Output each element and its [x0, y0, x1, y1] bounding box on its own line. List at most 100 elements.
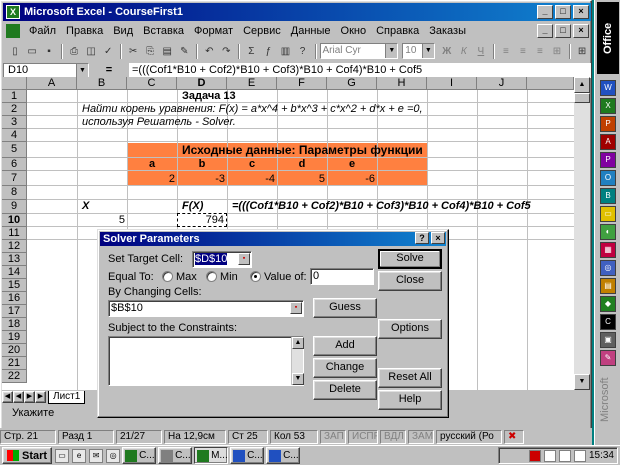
- menu-help[interactable]: Справка: [371, 25, 424, 37]
- row-header-9[interactable]: 9: [2, 200, 27, 214]
- redo-icon[interactable]: ↷: [218, 43, 234, 59]
- excel-app-icon[interactable]: X: [6, 5, 20, 19]
- constraints-list[interactable]: ▲ ▼: [108, 336, 304, 386]
- status-language[interactable]: русский (Ро: [436, 429, 502, 444]
- merge-icon[interactable]: ⊞: [549, 43, 565, 59]
- cell-b10[interactable]: 5: [77, 214, 127, 227]
- doc-restore-button[interactable]: □: [555, 24, 571, 38]
- close-dialog-button[interactable]: Close: [378, 271, 442, 291]
- schedule-icon[interactable]: ▦: [600, 242, 616, 258]
- row-header-13[interactable]: 13: [2, 253, 27, 266]
- cell-e6[interactable]: c: [227, 158, 277, 171]
- next-sheet-icon[interactable]: ▶: [24, 391, 35, 403]
- undo-icon[interactable]: ↶: [201, 43, 217, 59]
- close-button[interactable]: ×: [573, 5, 589, 19]
- dos-icon[interactable]: C: [600, 314, 616, 330]
- copy-icon[interactable]: ⎘: [142, 43, 158, 59]
- constraints-scroll-down-icon[interactable]: ▼: [292, 373, 304, 385]
- col-header-d[interactable]: D: [177, 77, 227, 90]
- row-header-6[interactable]: 6: [2, 158, 27, 171]
- cell-g7[interactable]: -6: [327, 173, 377, 186]
- task-button-5[interactable]: C...: [266, 447, 301, 464]
- menu-data[interactable]: Данные: [286, 25, 336, 37]
- cell-c7[interactable]: 2: [127, 173, 177, 186]
- cell-g6[interactable]: e: [327, 158, 377, 171]
- tray-icon[interactable]: [528, 449, 541, 462]
- row-header-20[interactable]: 20: [2, 344, 27, 357]
- start-button[interactable]: Start: [2, 447, 53, 464]
- min-radio[interactable]: [206, 271, 217, 282]
- solver-title-bar[interactable]: Solver Parameters ? ×: [100, 232, 446, 246]
- publisher-icon[interactable]: P: [600, 152, 616, 168]
- row-header-18[interactable]: 18: [2, 318, 27, 331]
- options-button[interactable]: Options: [378, 319, 442, 339]
- add-button[interactable]: Add: [313, 336, 377, 356]
- edit-formula-button[interactable]: =: [89, 64, 129, 76]
- menu-format[interactable]: Формат: [189, 25, 238, 37]
- photo-icon[interactable]: ◐: [600, 224, 616, 240]
- value-of-radio[interactable]: [250, 271, 261, 282]
- align-left-icon[interactable]: ≡: [498, 43, 514, 59]
- collapse-dialog-icon[interactable]: ▪: [238, 253, 250, 265]
- explorer-icon[interactable]: ▣: [600, 332, 616, 348]
- col-header-h[interactable]: H: [377, 77, 427, 90]
- bold-icon[interactable]: Ж: [439, 43, 455, 59]
- name-box-dropdown-icon[interactable]: ▼: [76, 63, 88, 77]
- maximize-button[interactable]: □: [555, 5, 571, 19]
- powerpoint-icon[interactable]: P: [600, 116, 616, 132]
- font-dropdown-icon[interactable]: ▼: [385, 44, 398, 58]
- first-sheet-icon[interactable]: ◀: [2, 391, 13, 403]
- name-box[interactable]: D10 ▼: [3, 62, 89, 78]
- row-header-22[interactable]: 22: [2, 370, 27, 383]
- spelling-status-icon[interactable]: ✖: [504, 429, 524, 444]
- doc-close-button[interactable]: ×: [573, 24, 589, 38]
- task-button-2[interactable]: C...: [158, 447, 193, 464]
- font-size-select[interactable]: 10 ▼: [402, 43, 435, 59]
- map-icon[interactable]: ◆: [600, 296, 616, 312]
- cell-d1[interactable]: Задача 13: [182, 90, 236, 103]
- formula-input[interactable]: =(((Cof1*B10 + Cof2)*B10 + Cof3)*B10 + C…: [129, 62, 591, 78]
- row-header-17[interactable]: 17: [2, 305, 27, 318]
- col-header-a[interactable]: A: [27, 77, 77, 90]
- align-center-icon[interactable]: ≡: [515, 43, 531, 59]
- cell-c5[interactable]: Исходные данные: Параметры функции: [182, 143, 423, 157]
- reset-all-button[interactable]: Reset All: [378, 368, 442, 388]
- workbook-icon[interactable]: [6, 24, 20, 38]
- solver-close-icon[interactable]: ×: [431, 232, 445, 244]
- preview-icon[interactable]: ◫: [83, 43, 99, 59]
- cell-e9[interactable]: =(((Cof1*B10 + Cof2)*B10 + Cof3)*B10 + C…: [232, 200, 531, 213]
- menu-insert[interactable]: Вставка: [138, 25, 189, 37]
- scroll-down-icon[interactable]: ▼: [574, 374, 590, 390]
- autosum-icon[interactable]: Σ: [243, 43, 259, 59]
- task-button-3[interactable]: M...: [194, 447, 229, 464]
- chart-icon[interactable]: ▥: [277, 43, 293, 59]
- font-select[interactable]: Arial Cyr ▼: [319, 43, 399, 59]
- cell-b2[interactable]: Найти корень уравнения: F(x) = a*x^4 + b…: [82, 103, 423, 116]
- word-icon[interactable]: W: [600, 80, 616, 96]
- folder-icon[interactable]: ▭: [600, 206, 616, 222]
- cell-b9[interactable]: X: [82, 200, 89, 213]
- row-header-10[interactable]: 10: [2, 214, 27, 227]
- title-bar[interactable]: X Microsoft Excel - CourseFirst1 _ □ ×: [3, 3, 591, 21]
- task-button-4[interactable]: C...: [230, 447, 265, 464]
- excel-icon[interactable]: X: [600, 98, 616, 114]
- constraints-scroll-up-icon[interactable]: ▲: [292, 337, 304, 349]
- cell-d7[interactable]: -3: [177, 173, 227, 186]
- col-header-f[interactable]: F: [277, 77, 327, 90]
- menu-view[interactable]: Вид: [108, 25, 138, 37]
- constraints-scrollbar[interactable]: ▲ ▼: [291, 337, 304, 385]
- print-icon[interactable]: ⎙: [66, 43, 82, 59]
- menu-tools[interactable]: Сервис: [238, 25, 286, 37]
- cell-f7[interactable]: 5: [277, 173, 327, 186]
- col-header-b[interactable]: B: [77, 77, 127, 90]
- row-header-3[interactable]: 3: [2, 116, 27, 129]
- row-header-14[interactable]: 14: [2, 266, 27, 279]
- col-header-j[interactable]: J: [477, 77, 527, 90]
- save-icon[interactable]: ▪: [41, 43, 57, 59]
- show-desktop-icon[interactable]: ▭: [55, 448, 70, 463]
- scroll-up-icon[interactable]: ▲: [574, 77, 590, 93]
- row-header-19[interactable]: 19: [2, 331, 27, 344]
- col-header-c[interactable]: C: [127, 77, 177, 90]
- delete-button[interactable]: Delete: [313, 380, 377, 400]
- office-logo[interactable]: Office: [597, 2, 619, 74]
